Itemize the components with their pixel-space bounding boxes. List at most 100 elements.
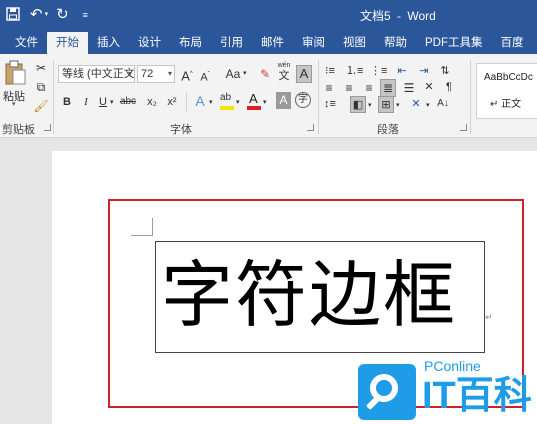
chevron-down-icon: ▾ — [12, 101, 16, 108]
distributed-icon[interactable]: ☰ — [402, 80, 416, 96]
superscript-button[interactable]: x² — [164, 94, 180, 110]
clipboard-launcher-icon[interactable] — [44, 124, 51, 131]
font-size-select[interactable]: 72 ▾ — [137, 65, 175, 83]
tab-insert[interactable]: 插入 — [88, 32, 129, 54]
bold-button[interactable]: B — [60, 94, 74, 110]
group-divider — [318, 60, 319, 134]
tab-mailings[interactable]: 邮件 — [252, 32, 293, 54]
chevron-down-icon[interactable]: ▾ — [426, 98, 430, 114]
highlight-color-bar — [220, 106, 234, 110]
font-launcher-icon[interactable] — [307, 124, 314, 131]
chevron-down-icon[interactable]: ▾ — [263, 95, 267, 111]
phonetic-guide-icon[interactable]: wén 文 — [276, 62, 292, 86]
font-group-label: 字体 — [170, 124, 192, 136]
app-name: Word — [407, 9, 436, 23]
cut-icon[interactable]: ✂ — [33, 60, 49, 76]
ribbon-home: 粘贴 ▾ ✂ ⧉ 🖌 剪贴板 等线 (中文正文) ▾ 72 ▾ A^ Aˇ Aa… — [0, 54, 537, 138]
italic-button[interactable]: I — [80, 94, 92, 110]
style-gallery[interactable]: AaBbCcDc ↵ 正文 — [476, 63, 537, 119]
subscript-button[interactable]: x₂ — [144, 94, 160, 110]
paragraph-launcher-icon[interactable] — [460, 124, 467, 131]
chevron-down-icon[interactable]: ▾ — [368, 98, 372, 114]
paragraph-group-label: 段落 — [377, 124, 399, 136]
tab-baidu[interactable]: 百度 — [492, 32, 533, 54]
show-marks-icon[interactable]: ¶ — [442, 79, 456, 95]
numbering-icon[interactable]: ⒈≡ — [346, 63, 363, 79]
tab-home[interactable]: 开始 — [47, 32, 88, 54]
borders-icon[interactable]: ⊞ — [378, 96, 394, 113]
clipboard-group-label: 剪贴板 — [2, 124, 35, 136]
tab-help[interactable]: 帮助 — [375, 32, 416, 54]
justify-icon[interactable]: ≣ — [380, 79, 396, 97]
copy-icon[interactable]: ⧉ — [33, 79, 49, 95]
customize-qat-icon[interactable]: ≡ — [83, 6, 88, 24]
decrease-indent-icon[interactable]: ⇤ — [394, 63, 410, 79]
paragraph-mark: ↵ — [485, 312, 493, 322]
multilevel-list-icon[interactable]: ⋮≡ — [370, 63, 387, 79]
chevron-down-icon[interactable]: ▾ — [396, 98, 400, 114]
undo-dropdown-icon[interactable]: ▾ — [45, 6, 49, 24]
chevron-down-icon: ▾ — [167, 69, 172, 78]
undo-icon[interactable]: ↶ — [30, 6, 43, 24]
align-right-icon[interactable]: ≡ — [362, 80, 376, 96]
align-center-icon[interactable]: ≡ — [342, 80, 356, 96]
chevron-down-icon[interactable]: ▾ — [236, 95, 240, 111]
sort-icon[interactable]: ⇅ — [438, 63, 452, 79]
chevron-down-icon[interactable]: ▾ — [209, 95, 213, 111]
enclose-characters-button[interactable]: 字 — [295, 92, 311, 108]
tab-file[interactable]: 文件 — [6, 32, 47, 54]
chevron-down-icon: ▾ — [127, 69, 132, 78]
font-color-bar — [247, 106, 261, 110]
watermark-site: PConline — [424, 358, 481, 374]
line-spacing-icon[interactable]: ↕≡ — [322, 96, 338, 112]
redo-icon[interactable]: ↻ — [56, 6, 69, 24]
document-name: 文档5 — [360, 9, 391, 23]
style-normal[interactable]: ↵ 正文 — [490, 95, 521, 110]
clear-formatting-icon[interactable]: ✎ — [258, 66, 272, 82]
save-icon[interactable] — [6, 7, 22, 23]
word-window: ↶ ▾ ↻ ≡ 文档5 - Word 文件 开始 插入 设计 布局 引用 邮件 … — [0, 0, 537, 424]
strikethrough-button[interactable]: abc — [118, 94, 138, 110]
clipboard-icon — [5, 60, 26, 85]
align-left-icon[interactable]: ≡ — [322, 80, 336, 96]
format-painter-icon[interactable]: 🖌 — [33, 98, 49, 114]
underline-button[interactable]: U — [97, 94, 109, 110]
tab-review[interactable]: 审阅 — [293, 32, 334, 54]
sort-asc-icon[interactable]: A↓ — [436, 96, 450, 112]
shrink-font-icon[interactable]: Aˇ — [198, 67, 212, 86]
window-title: 文档5 - Word — [360, 7, 436, 24]
tab-view[interactable]: 视图 — [334, 32, 375, 54]
ribbon-tabs: 文件 开始 插入 设计 布局 引用 邮件 审阅 视图 帮助 PDF工具集 百度 — [0, 30, 537, 54]
tab-pdf-tools[interactable]: PDF工具集 — [416, 32, 492, 54]
tab-layout[interactable]: 布局 — [170, 32, 211, 54]
group-divider — [53, 60, 54, 134]
bullets-icon[interactable]: ⁝≡ — [322, 63, 338, 79]
quick-access-toolbar: ↶ ▾ ↻ ≡ — [6, 5, 88, 25]
font-color-icon: A — [249, 91, 258, 106]
font-size-value: 72 — [141, 68, 154, 80]
document-text[interactable]: 字符边框 — [161, 250, 457, 340]
watermark-brand: IT百科 — [422, 375, 532, 417]
font-name-select[interactable]: 等线 (中文正文) ▾ — [58, 65, 135, 83]
chevron-down-icon[interactable]: ▾ — [243, 66, 247, 82]
character-border-button[interactable]: A — [296, 65, 312, 83]
chevron-down-icon[interactable]: ▾ — [110, 95, 114, 111]
inner-divider — [186, 92, 187, 112]
change-case-icon[interactable]: Aa — [222, 66, 244, 82]
chinese-layout-icon[interactable]: ✕ — [422, 79, 436, 95]
tab-design[interactable]: 设计 — [129, 32, 170, 54]
style-sample-text: AaBbCcDc — [484, 72, 533, 83]
increase-indent-icon[interactable]: ⇥ — [416, 63, 432, 79]
magnifier-handle — [365, 395, 381, 411]
font-name-value: 等线 (中文正文) — [62, 68, 135, 80]
text-effects-icon[interactable]: A — [192, 93, 208, 109]
title-separator: - — [397, 9, 402, 23]
shading-icon[interactable]: ◧ — [350, 96, 366, 113]
character-shading-button[interactable]: A — [276, 92, 291, 109]
paste-button[interactable]: 粘贴 ▾ — [3, 60, 27, 108]
font-color-button[interactable]: A — [246, 91, 262, 111]
highlight-color-button[interactable]: ab — [219, 91, 235, 111]
tab-references[interactable]: 引用 — [211, 32, 252, 54]
grow-font-icon[interactable]: A^ — [180, 66, 194, 84]
asian-layout-icon[interactable]: ✕ — [408, 96, 424, 112]
